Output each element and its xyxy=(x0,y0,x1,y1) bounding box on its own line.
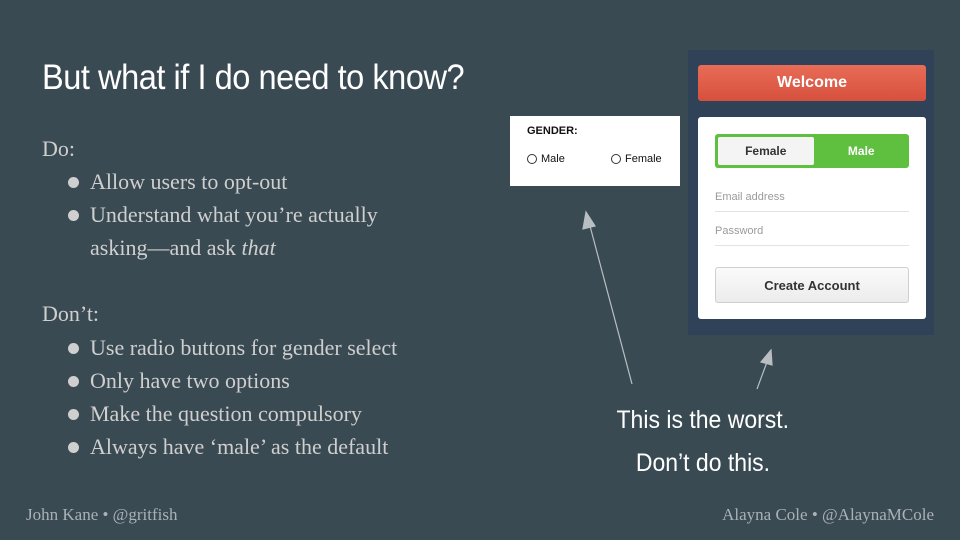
caption-line-2: Don’t do this. xyxy=(635,449,771,477)
footer-left: John Kane • @gritfish xyxy=(26,505,178,524)
caption-line-1: This is the worst. xyxy=(616,406,790,434)
footer-right: Alayna Cole • @AlaynaMCole xyxy=(722,505,934,524)
arrow-to-radio xyxy=(582,210,633,385)
pointer-arrows xyxy=(582,210,773,390)
arrow-to-signup xyxy=(756,348,773,390)
